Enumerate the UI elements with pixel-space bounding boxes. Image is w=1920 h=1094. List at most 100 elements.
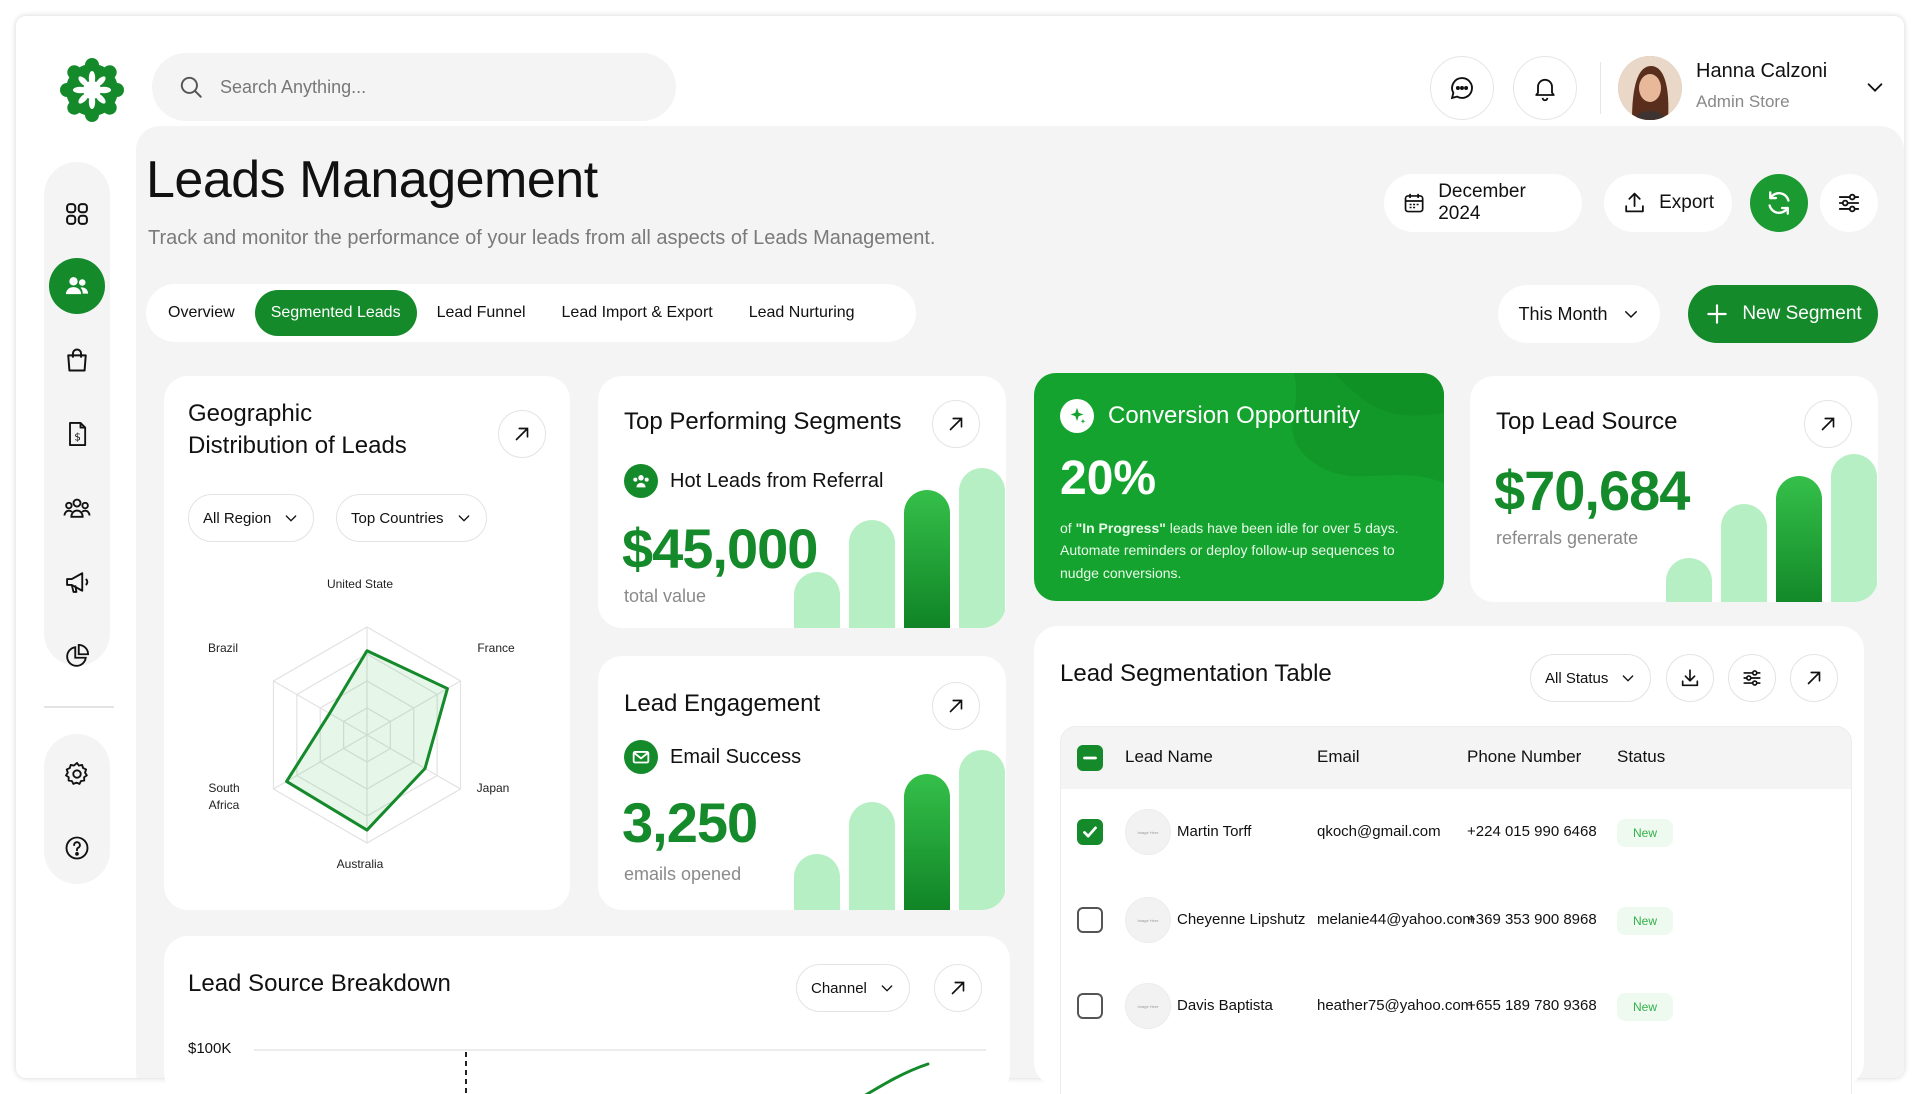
sidebar-item-settings[interactable] — [49, 746, 105, 802]
segment-bars — [794, 468, 1005, 628]
sidebar-nav: $ — [44, 162, 110, 667]
download-icon — [1681, 669, 1699, 687]
top-lead-source-card: Top Lead Source $70,684 referrals genera… — [1470, 376, 1878, 602]
lead-phone: +655 189 780 9368 — [1467, 997, 1597, 1014]
arrow-up-right-icon — [949, 699, 963, 713]
page-title: Leads Management — [146, 151, 598, 209]
svg-text:$: $ — [74, 431, 81, 443]
breakdown-expand-button[interactable] — [934, 964, 982, 1012]
row-checkbox[interactable] — [1077, 819, 1103, 845]
arrow-up-right-icon — [1821, 417, 1835, 431]
row-checkbox[interactable] — [1077, 907, 1103, 933]
sidebar-item-team[interactable] — [49, 480, 105, 536]
sidebar-item-reports[interactable] — [49, 628, 105, 684]
invoice-icon: $ — [69, 421, 87, 447]
tab-segmented-leads[interactable]: Segmented Leads — [254, 290, 417, 336]
tab-bar: Overview Segmented Leads Lead Funnel Lea… — [146, 284, 916, 342]
top-source-caption: referrals generate — [1496, 528, 1639, 548]
table-row[interactable]: Image Here Cheyenne Lipshutz melanie44@y… — [1061, 877, 1851, 963]
radar-label-australia: Australia — [336, 857, 384, 871]
arrow-up-right-icon — [1807, 671, 1821, 685]
lead-source-breakdown-card: Lead Source Breakdown Channel $100K — [164, 936, 1010, 1094]
search-bar[interactable] — [152, 53, 676, 121]
messages-button[interactable] — [1430, 56, 1494, 120]
check-icon — [1083, 826, 1097, 838]
export-button[interactable]: Export — [1604, 174, 1732, 232]
top-segments-expand-button[interactable] — [932, 400, 980, 448]
download-button[interactable] — [1666, 654, 1714, 702]
engagement-expand-button[interactable] — [932, 682, 980, 730]
user-name: Hanna Calzoni — [1696, 60, 1828, 82]
geo-expand-button[interactable] — [498, 410, 546, 458]
header-divider — [1600, 62, 1601, 114]
radar-label-united-state: United State — [326, 577, 394, 591]
top-source-title: Top Lead Source — [1496, 408, 1678, 435]
sidebar-item-orders[interactable] — [49, 332, 105, 388]
mail-icon — [624, 740, 658, 774]
lead-email: heather75@yahoo.com — [1317, 997, 1474, 1014]
sliders-icon — [1743, 670, 1761, 686]
segment-caption: total value — [624, 586, 707, 606]
period-dropdown[interactable]: This Month — [1498, 285, 1660, 343]
tab-overview[interactable]: Overview — [152, 290, 251, 336]
team-icon — [63, 498, 91, 518]
column-header-lead-name[interactable]: Lead Name — [1125, 747, 1213, 767]
row-checkbox[interactable] — [1077, 993, 1103, 1019]
lead-name: Martin Torff — [1177, 823, 1252, 840]
date-picker-button[interactable]: December 2024 — [1384, 174, 1582, 232]
engagement-metric-row: Email Success — [624, 740, 801, 774]
arrow-up-right-icon — [951, 981, 965, 995]
radar-label-brazil: Brazil — [207, 641, 238, 655]
region-label: All Region — [203, 509, 272, 527]
segment-value: $45,000 — [622, 517, 818, 580]
sidebar-item-dashboard[interactable] — [49, 186, 105, 242]
new-segment-button[interactable]: New Segment — [1688, 285, 1878, 343]
column-header-status[interactable]: Status — [1617, 747, 1665, 767]
sidebar-item-invoices[interactable]: $ — [49, 406, 105, 462]
lead-email: melanie44@yahoo.com — [1317, 911, 1475, 928]
arrow-up-right-icon — [515, 427, 529, 441]
table-row[interactable]: Image Here Davis Baptista heather75@yaho… — [1061, 963, 1851, 1049]
lead-engagement-card: Lead Engagement Email Success 3,250 emai… — [598, 656, 1006, 910]
status-dropdown[interactable]: All Status — [1530, 654, 1652, 702]
table-row[interactable]: Image Here Martin Torff qkoch@gmail.com … — [1061, 789, 1851, 877]
tab-lead-nurturing[interactable]: Lead Nurturing — [733, 290, 871, 336]
sidebar-item-campaigns[interactable] — [49, 554, 105, 610]
group-icon — [624, 464, 658, 498]
breakdown-title: Lead Source Breakdown — [188, 970, 451, 997]
arrow-up-right-icon — [949, 417, 963, 431]
tab-lead-funnel[interactable]: Lead Funnel — [421, 290, 542, 336]
sparkle-icon — [1060, 399, 1094, 433]
top-source-expand-button[interactable] — [1804, 400, 1852, 448]
users-icon — [65, 277, 89, 295]
refresh-icon — [1768, 191, 1790, 215]
geo-distribution-card: Geographic Distribution of Leads All Reg… — [164, 376, 570, 910]
column-header-phone[interactable]: Phone Number — [1467, 747, 1581, 767]
settings-sliders-button[interactable] — [1820, 174, 1878, 232]
brand-logo[interactable] — [56, 54, 128, 126]
sidebar-item-leads[interactable] — [49, 258, 105, 314]
plus-icon — [1707, 304, 1728, 324]
table-expand-button[interactable] — [1790, 654, 1838, 702]
help-icon — [65, 836, 89, 860]
search-input[interactable] — [220, 76, 620, 98]
tab-lead-import-export[interactable]: Lead Import & Export — [546, 290, 729, 336]
notifications-button[interactable] — [1513, 56, 1577, 120]
sliders-icon — [1838, 193, 1860, 213]
top-source-bars — [1666, 454, 1877, 602]
top-segments-card: Top Performing Segments Hot Leads from R… — [598, 376, 1006, 628]
channel-dropdown[interactable]: Channel — [796, 964, 910, 1012]
engagement-caption: emails opened — [624, 864, 742, 884]
refresh-button[interactable] — [1750, 174, 1808, 232]
megaphone-icon — [66, 572, 89, 593]
table-filter-button[interactable] — [1728, 654, 1776, 702]
radar-label-south-africa: South Africa — [208, 781, 240, 812]
sidebar-item-help[interactable] — [49, 820, 105, 876]
grid-icon — [66, 203, 88, 225]
column-header-email[interactable]: Email — [1317, 747, 1360, 767]
chevron-down-icon[interactable] — [1864, 76, 1886, 98]
user-avatar[interactable] — [1618, 56, 1682, 120]
select-all-checkbox[interactable] — [1077, 745, 1103, 771]
row-avatar: Image Here — [1125, 809, 1171, 855]
lead-name: Davis Baptista — [1177, 997, 1273, 1014]
